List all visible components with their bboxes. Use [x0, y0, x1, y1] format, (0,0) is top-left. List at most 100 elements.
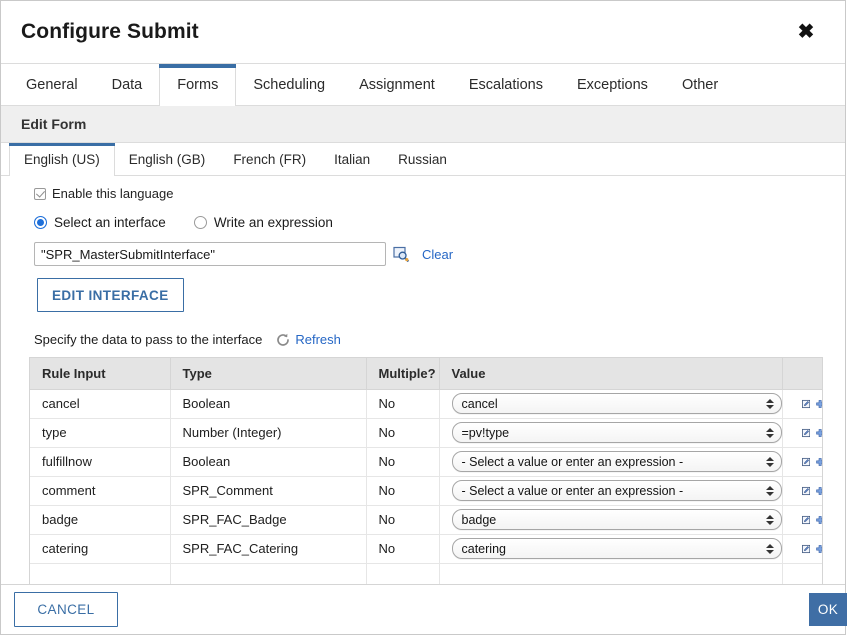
value-select[interactable]: =pv!type [452, 422, 782, 443]
tab-scheduling[interactable]: Scheduling [236, 64, 342, 105]
radio-select-an-interface-label: Select an interface [54, 215, 166, 230]
tab-forms[interactable]: Forms [159, 64, 236, 106]
tab-other[interactable]: Other [665, 64, 735, 105]
table-row: catering SPR_FAC_Catering No catering [30, 534, 823, 563]
column-header-type: Type [170, 358, 366, 389]
chevron-updown-icon [766, 513, 775, 527]
cell-value [439, 563, 782, 584]
edit-pencil-icon[interactable] [802, 455, 810, 469]
specify-data-row: Specify the data to pass to the interfac… [1, 332, 845, 347]
chevron-updown-icon [766, 542, 775, 556]
edit-pencil-icon[interactable] [802, 513, 810, 527]
chevron-updown-icon [766, 455, 775, 469]
edit-pencil-icon[interactable] [802, 397, 810, 411]
cell-multiple: No [366, 534, 439, 563]
value-select[interactable]: catering [452, 538, 782, 559]
add-plus-icon[interactable] [816, 426, 823, 440]
language-tab-bar: English (US) English (GB) French (FR) It… [1, 143, 845, 176]
language-tab-english-us[interactable]: English (US) [9, 143, 115, 176]
cell-multiple [366, 563, 439, 584]
value-select-text: catering [462, 542, 762, 556]
refresh-link[interactable]: Refresh [295, 332, 341, 347]
edit-interface-button[interactable]: EDIT INTERFACE [37, 278, 184, 312]
specify-data-label: Specify the data to pass to the interfac… [34, 332, 262, 347]
cell-type: Number (Integer) [170, 418, 366, 447]
column-header-actions [782, 358, 823, 389]
page-title: Configure Submit [21, 20, 793, 44]
mode-radio-group: Select an interface Write an expression [1, 215, 845, 230]
edit-pencil-icon[interactable] [802, 426, 810, 440]
column-header-value: Value [439, 358, 782, 389]
cell-rule-input [30, 563, 170, 584]
add-plus-icon[interactable] [816, 542, 823, 556]
edit-pencil-icon[interactable] [802, 542, 810, 556]
tab-assignment[interactable]: Assignment [342, 64, 452, 105]
dialog-titlebar: Configure Submit ✖ [1, 1, 845, 63]
chevron-updown-icon [766, 484, 775, 498]
cell-actions [782, 563, 823, 584]
cell-rule-input: fulfillnow [30, 447, 170, 476]
cell-actions [782, 534, 823, 563]
value-select-text: cancel [462, 397, 762, 411]
table-row: badge SPR_FAC_Badge No badge [30, 505, 823, 534]
tab-exceptions[interactable]: Exceptions [560, 64, 665, 105]
cell-rule-input: cancel [30, 389, 170, 418]
value-select[interactable]: cancel [452, 393, 782, 414]
clear-link[interactable]: Clear [422, 247, 453, 262]
table-row: fulfillnow Boolean No - Select a value o… [30, 447, 823, 476]
configure-submit-dialog: Configure Submit ✖ General Data Forms Sc… [0, 0, 846, 635]
cell-multiple: No [366, 389, 439, 418]
table-row: cancel Boolean No cancel [30, 389, 823, 418]
cell-rule-input: catering [30, 534, 170, 563]
tab-escalations[interactable]: Escalations [452, 64, 560, 105]
cell-value: - Select a value or enter an expression … [439, 447, 782, 476]
form-content: Enable this language Select an interface… [1, 176, 845, 584]
enable-language-checkbox[interactable] [34, 188, 46, 200]
table-row [30, 563, 823, 584]
cell-value: badge [439, 505, 782, 534]
column-header-rule-input: Rule Input [30, 358, 170, 389]
value-select-text: badge [462, 513, 762, 527]
tab-data[interactable]: Data [95, 64, 160, 105]
add-plus-icon[interactable] [816, 513, 823, 527]
value-select[interactable]: badge [452, 509, 782, 530]
main-tab-bar: General Data Forms Scheduling Assignment… [1, 63, 845, 106]
chevron-updown-icon [766, 426, 775, 440]
tab-general[interactable]: General [9, 64, 95, 105]
radio-select-an-interface[interactable] [34, 216, 47, 229]
cell-value: catering [439, 534, 782, 563]
cell-type: SPR_FAC_Badge [170, 505, 366, 534]
add-plus-icon[interactable] [816, 455, 823, 469]
cell-value: =pv!type [439, 418, 782, 447]
cancel-button[interactable]: CANCEL [14, 592, 118, 627]
magnifier-icon[interactable] [393, 246, 410, 263]
interface-input[interactable] [34, 242, 386, 266]
language-tab-russian[interactable]: Russian [384, 143, 461, 175]
value-select[interactable]: - Select a value or enter an expression … [452, 451, 782, 472]
cell-actions [782, 476, 823, 505]
cell-type: SPR_FAC_Catering [170, 534, 366, 563]
rule-inputs-table: Rule Input Type Multiple? Value cancel B… [30, 358, 823, 584]
add-plus-icon[interactable] [816, 484, 823, 498]
radio-write-an-expression[interactable] [194, 216, 207, 229]
refresh-icon[interactable] [276, 333, 290, 347]
ok-button[interactable]: OK [809, 593, 847, 626]
value-select[interactable]: - Select a value or enter an expression … [452, 480, 782, 501]
chevron-updown-icon [766, 397, 775, 411]
cell-actions [782, 389, 823, 418]
cell-multiple: No [366, 476, 439, 505]
close-icon[interactable]: ✖ [793, 19, 819, 45]
cell-actions [782, 447, 823, 476]
cell-multiple: No [366, 418, 439, 447]
edit-pencil-icon[interactable] [802, 484, 810, 498]
dialog-footer: CANCEL OK [1, 584, 845, 634]
value-select-text: - Select a value or enter an expression … [462, 484, 762, 498]
value-select-text: - Select a value or enter an expression … [462, 455, 762, 469]
language-tab-french-fr[interactable]: French (FR) [219, 143, 320, 175]
language-tab-italian[interactable]: Italian [320, 143, 384, 175]
cell-multiple: No [366, 447, 439, 476]
cell-rule-input: badge [30, 505, 170, 534]
language-tab-english-gb[interactable]: English (GB) [115, 143, 220, 175]
add-plus-icon[interactable] [816, 397, 823, 411]
cell-rule-input: comment [30, 476, 170, 505]
